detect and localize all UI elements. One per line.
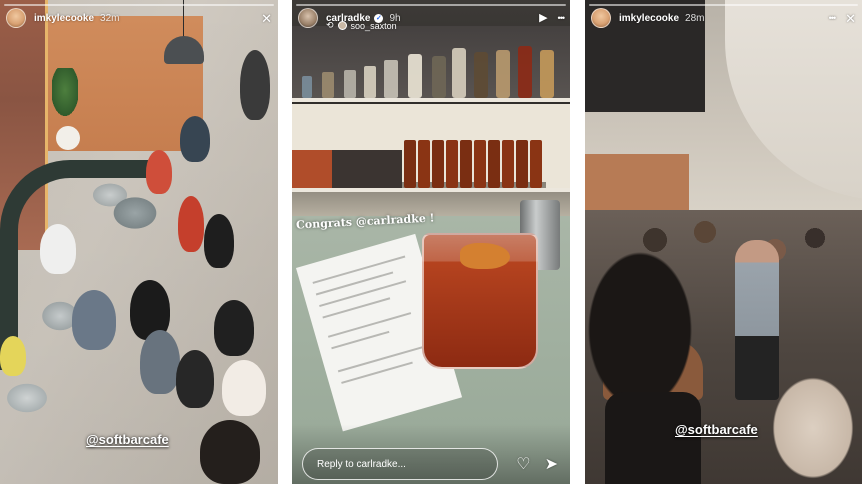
- story-photo-cafe-overhead: [0, 0, 278, 484]
- guest: [72, 290, 116, 350]
- username[interactable]: imkylecooke: [619, 13, 679, 24]
- guest: [40, 224, 76, 274]
- story-panel-imkylecooke-1[interactable]: imkylecooke 32m ✕ @softbarcafe: [0, 0, 278, 484]
- story-photo-cocktail: [292, 0, 570, 484]
- plant-pot: [56, 126, 80, 150]
- reply-actions: ♡ ➤: [516, 457, 558, 473]
- guest: [200, 420, 260, 484]
- close-icon[interactable]: ✕: [845, 12, 856, 25]
- story-panel-carlradke[interactable]: carlradke ✓ 9h ▶ ••• ⟲ soo_saxton Congra…: [292, 0, 570, 484]
- guest: [176, 350, 214, 408]
- guest: [180, 116, 210, 162]
- arched-ceiling: [725, 0, 862, 200]
- reply-input[interactable]: Reply to carlradke...: [302, 448, 498, 480]
- guest-hair: [585, 250, 695, 410]
- story-header: imkylecooke 32m ✕: [0, 6, 278, 30]
- guest: [204, 214, 234, 268]
- music-attribution[interactable]: ⟲ soo_saxton: [326, 20, 397, 31]
- guest: [178, 196, 204, 252]
- reply-placeholder: Reply to carlradke...: [317, 458, 406, 470]
- mini-avatar: [337, 21, 347, 30]
- guest-head: [763, 372, 862, 484]
- guest: [214, 300, 254, 356]
- avatar[interactable]: [298, 8, 318, 28]
- username[interactable]: imkylecooke: [34, 13, 94, 24]
- more-icon[interactable]: •••: [829, 13, 837, 23]
- mention-sticker[interactable]: @softbarcafe: [675, 422, 758, 437]
- story-photo-crowd: [585, 0, 862, 484]
- repost-icon: ⟲: [326, 20, 334, 30]
- story-header: imkylecooke 28m ••• ✕: [585, 6, 862, 30]
- guest: [146, 150, 172, 194]
- guest: [240, 50, 270, 120]
- more-icon[interactable]: •••: [558, 13, 566, 23]
- close-icon[interactable]: ✕: [261, 12, 272, 25]
- avatar[interactable]: [6, 8, 26, 28]
- mention-sticker[interactable]: @softbarcafe: [86, 432, 169, 447]
- music-username[interactable]: soo_saxton: [351, 21, 397, 31]
- timestamp: 28m: [685, 12, 705, 24]
- send-icon[interactable]: ➤: [545, 457, 558, 473]
- orange-peel-garnish: [460, 243, 510, 269]
- heart-icon[interactable]: ♡: [516, 457, 530, 473]
- timestamp: 32m: [100, 12, 120, 24]
- avatar[interactable]: [591, 8, 611, 28]
- guest-top: [605, 392, 701, 484]
- guest: [222, 360, 266, 416]
- play-icon[interactable]: ▶: [539, 12, 547, 24]
- guest: [140, 330, 180, 394]
- story-panel-imkylecooke-2[interactable]: imkylecooke 28m ••• ✕ @softbarcafe: [585, 0, 862, 484]
- guest: [0, 336, 26, 376]
